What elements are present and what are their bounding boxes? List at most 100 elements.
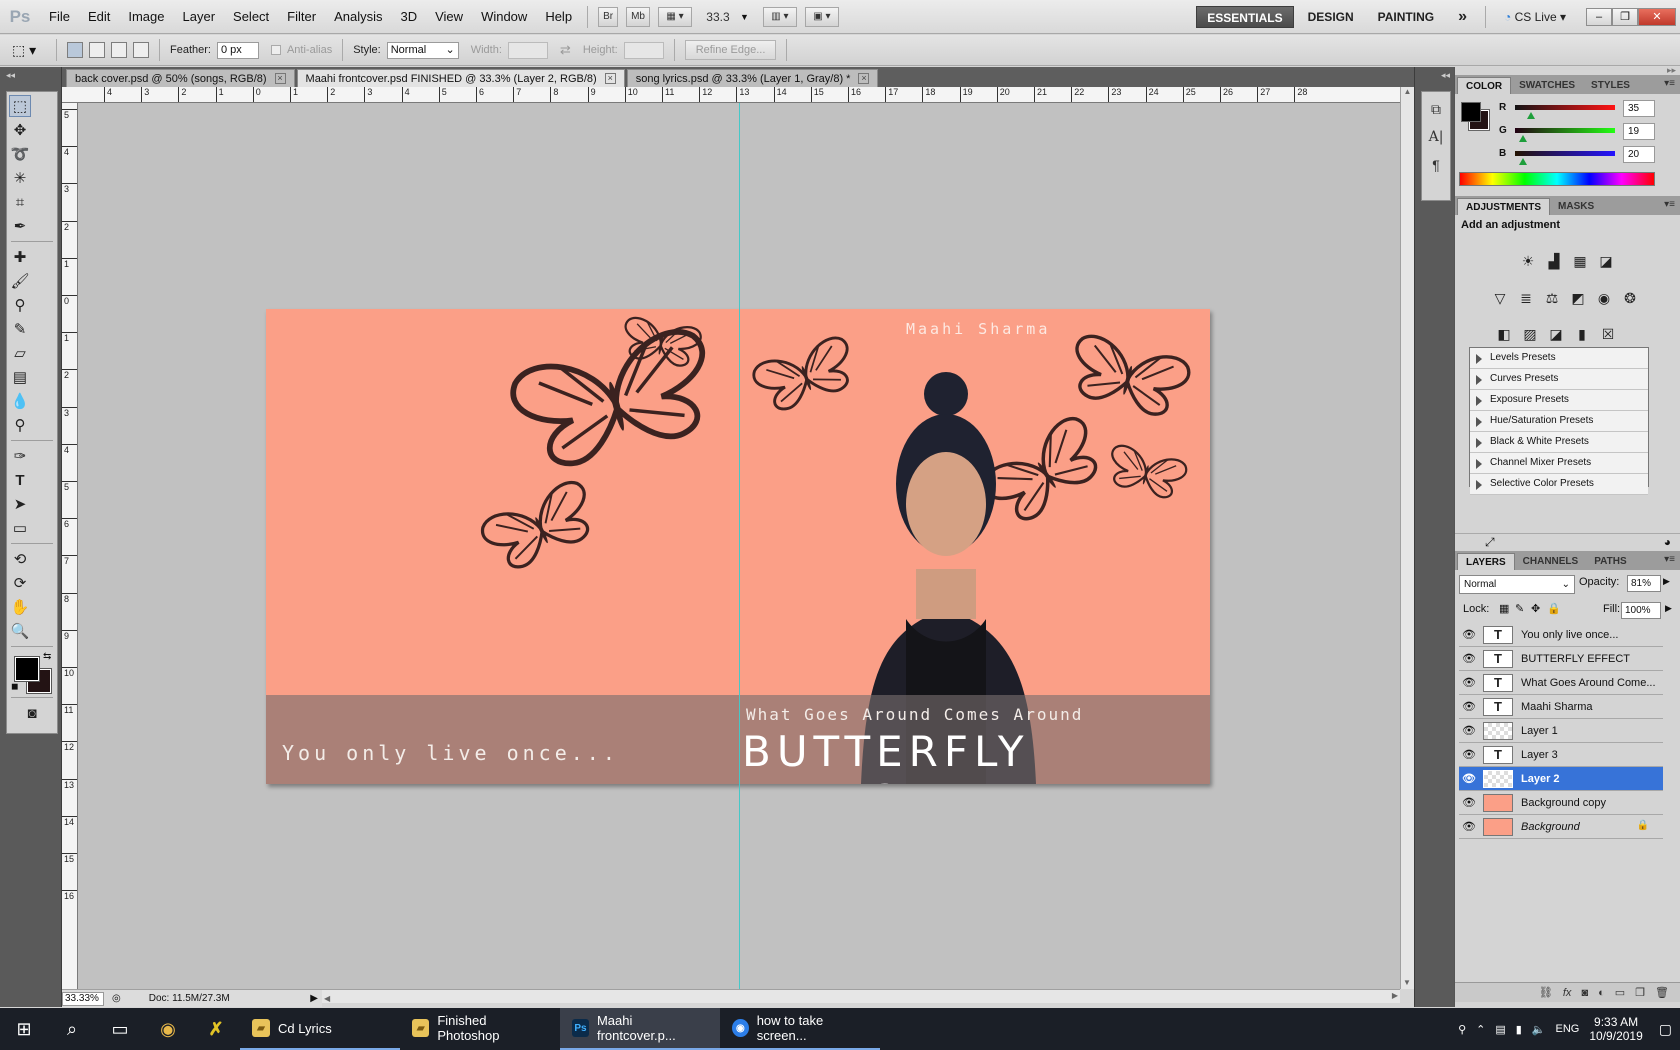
pinned-app-icon[interactable]: ✗ bbox=[192, 1008, 240, 1050]
taskbar-app-photoshop[interactable]: Ps Maahi frontcover.p... bbox=[560, 1008, 720, 1050]
preset-black-white[interactable]: Black & White Presets bbox=[1470, 432, 1648, 453]
swap-dimensions-icon[interactable]: ⇄ bbox=[560, 42, 571, 58]
blend-mode-select[interactable]: Normal ⌄ bbox=[1459, 575, 1575, 594]
layer-row[interactable]: 👁 Background copy bbox=[1459, 791, 1663, 815]
paragraph-panel-icon[interactable]: ¶ bbox=[1425, 154, 1447, 176]
network-icon[interactable]: ▤ bbox=[1495, 1023, 1505, 1036]
color-spectrum[interactable] bbox=[1459, 172, 1655, 186]
volume-icon[interactable]: 🔈 bbox=[1532, 1023, 1546, 1036]
invert-icon[interactable]: ◧ bbox=[1493, 323, 1515, 345]
layer-row[interactable]: 👁 T What Goes Around Come... bbox=[1459, 671, 1663, 695]
workspace-design[interactable]: DESIGN bbox=[1298, 6, 1364, 28]
status-info-icon[interactable]: ◎ bbox=[112, 993, 121, 1004]
windows-start-icon[interactable]: ⊞ bbox=[0, 1008, 48, 1050]
more-workspaces-button[interactable]: » bbox=[1448, 6, 1477, 28]
eraser-tool-icon[interactable]: ▱ bbox=[9, 342, 31, 364]
menu-layer[interactable]: Layer bbox=[174, 0, 225, 34]
menu-help[interactable]: Help bbox=[536, 0, 581, 34]
search-icon[interactable]: ⌕ bbox=[48, 1008, 96, 1050]
scroll-left-icon[interactable]: ◀ bbox=[324, 994, 330, 1003]
new-layer-icon[interactable]: ❐ bbox=[1635, 986, 1645, 999]
rectangle-tool-icon[interactable]: ▭ bbox=[9, 517, 31, 539]
panel-menu-icon[interactable]: ▾≡ bbox=[1664, 78, 1675, 89]
visibility-eye-icon[interactable]: 👁 bbox=[1459, 676, 1479, 689]
bridge-button[interactable]: Br bbox=[598, 6, 619, 27]
vertical-guide[interactable] bbox=[739, 103, 740, 989]
visibility-eye-icon[interactable]: 👁 bbox=[1459, 748, 1479, 761]
lock-all-icon[interactable]: 🔒 bbox=[1547, 602, 1561, 615]
workspace-essentials[interactable]: ESSENTIALS bbox=[1196, 5, 1294, 28]
3d-rotate-tool-icon[interactable]: ⟲ bbox=[9, 548, 31, 570]
preset-hue-saturation[interactable]: Hue/Saturation Presets bbox=[1470, 411, 1648, 432]
status-menu-arrow-icon[interactable]: ▶ bbox=[310, 993, 318, 1004]
ruler-origin[interactable] bbox=[62, 87, 78, 103]
screen-mode-button[interactable]: ▣ ▾ bbox=[804, 6, 839, 27]
visibility-eye-icon[interactable]: 👁 bbox=[1459, 820, 1479, 833]
opacity-arrow-icon[interactable]: ▶ bbox=[1663, 576, 1670, 587]
chrome-icon[interactable]: ◉ bbox=[144, 1008, 192, 1050]
red-slider[interactable]: R 35 bbox=[1495, 100, 1675, 120]
close-button[interactable]: ✕ bbox=[1638, 7, 1676, 26]
arrange-documents-button[interactable]: ▥ ▾ bbox=[762, 6, 797, 27]
history-brush-tool-icon[interactable]: ✎ bbox=[9, 318, 31, 340]
preset-levels[interactable]: Levels Presets bbox=[1470, 348, 1648, 369]
visibility-eye-icon[interactable]: 👁 bbox=[1459, 652, 1479, 665]
height-input[interactable] bbox=[623, 41, 664, 59]
layer-row[interactable]: 👁 T Layer 3 bbox=[1459, 743, 1663, 767]
link-layers-icon[interactable]: ⛓ bbox=[1539, 986, 1553, 999]
3d-orbit-tool-icon[interactable]: ⟳ bbox=[9, 572, 31, 594]
chevron-up-icon[interactable]: ⌃ bbox=[1476, 1023, 1485, 1036]
scroll-up-icon[interactable]: ▲ bbox=[1401, 87, 1414, 96]
doc-tab-frontcover[interactable]: Maahi frontcover.psd FINISHED @ 33.3% (L… bbox=[296, 69, 625, 87]
lock-transparency-icon[interactable]: ▦ bbox=[1499, 602, 1509, 615]
channel-mixer-icon[interactable]: ❂ bbox=[1619, 287, 1641, 309]
menu-view[interactable]: View bbox=[426, 0, 472, 34]
layer-style-icon[interactable]: fx bbox=[1563, 987, 1572, 999]
foreground-color-swatch[interactable] bbox=[1461, 102, 1481, 122]
refine-edge-button[interactable]: Refine Edge... bbox=[684, 40, 777, 60]
close-icon[interactable]: × bbox=[604, 73, 616, 84]
gradient-tool-icon[interactable]: ▤ bbox=[9, 366, 31, 388]
add-to-selection-icon[interactable] bbox=[89, 42, 105, 58]
tab-adjustments[interactable]: ADJUSTMENTS bbox=[1457, 198, 1551, 215]
eyedropper-tool-icon[interactable]: ✒ bbox=[9, 215, 31, 237]
green-slider[interactable]: G 19 bbox=[1495, 123, 1675, 143]
selective-color-icon[interactable]: ☒ bbox=[1597, 323, 1619, 345]
move-tool-icon[interactable]: ✥ bbox=[9, 119, 31, 141]
zoom-dropdown-icon[interactable]: ▼ bbox=[740, 12, 749, 22]
doc-tab-back-cover[interactable]: back cover.psd @ 50% (songs, RGB/8) × bbox=[66, 69, 295, 87]
exposure-icon[interactable]: ◪ bbox=[1595, 250, 1617, 272]
delete-layer-icon[interactable]: 🗑 bbox=[1655, 986, 1669, 999]
opacity-input[interactable]: 81% bbox=[1627, 575, 1661, 592]
visibility-eye-icon[interactable]: 👁 bbox=[1459, 724, 1479, 737]
visibility-eye-icon[interactable]: 👁 bbox=[1459, 628, 1479, 641]
visibility-eye-icon[interactable]: 👁 bbox=[1459, 796, 1479, 809]
red-thumb[interactable] bbox=[1527, 112, 1535, 119]
clip-layer-icon[interactable]: ◕ bbox=[1664, 535, 1671, 549]
tab-styles[interactable]: STYLES bbox=[1583, 77, 1638, 94]
menu-window[interactable]: Window bbox=[472, 0, 536, 34]
green-thumb[interactable] bbox=[1519, 135, 1527, 142]
blue-value-input[interactable]: 20 bbox=[1623, 146, 1655, 163]
menu-filter[interactable]: Filter bbox=[278, 0, 325, 34]
path-selection-tool-icon[interactable]: ➤ bbox=[9, 493, 31, 515]
antialias-checkbox[interactable] bbox=[270, 45, 281, 55]
collapse-toolbox-icon[interactable]: ◂◂ bbox=[6, 70, 15, 81]
layer-row[interactable]: 👁 Background 🔒 bbox=[1459, 815, 1663, 839]
expand-panels-icon[interactable]: ◂◂ bbox=[1441, 70, 1450, 81]
green-value-input[interactable]: 19 bbox=[1623, 123, 1655, 140]
tab-paths[interactable]: PATHS bbox=[1586, 553, 1634, 570]
layer-row-selected[interactable]: 👁 Layer 2 bbox=[1459, 767, 1663, 791]
tab-swatches[interactable]: SWATCHES bbox=[1511, 77, 1583, 94]
notifications-icon[interactable]: ▢ bbox=[1659, 1021, 1672, 1038]
tab-layers[interactable]: LAYERS bbox=[1457, 553, 1515, 570]
visibility-eye-icon[interactable]: 👁 bbox=[1459, 772, 1479, 785]
width-input[interactable] bbox=[507, 41, 548, 59]
preset-channel-mixer[interactable]: Channel Mixer Presets bbox=[1470, 453, 1648, 474]
minibridge-button[interactable]: Mb bbox=[626, 6, 650, 27]
brightness-contrast-icon[interactable]: ☀ bbox=[1517, 250, 1539, 272]
blue-thumb[interactable] bbox=[1519, 158, 1527, 165]
lock-image-icon[interactable]: ✎ bbox=[1515, 602, 1524, 615]
layer-row[interactable]: 👁 T You only live once... bbox=[1459, 623, 1663, 647]
new-selection-icon[interactable] bbox=[67, 42, 83, 58]
